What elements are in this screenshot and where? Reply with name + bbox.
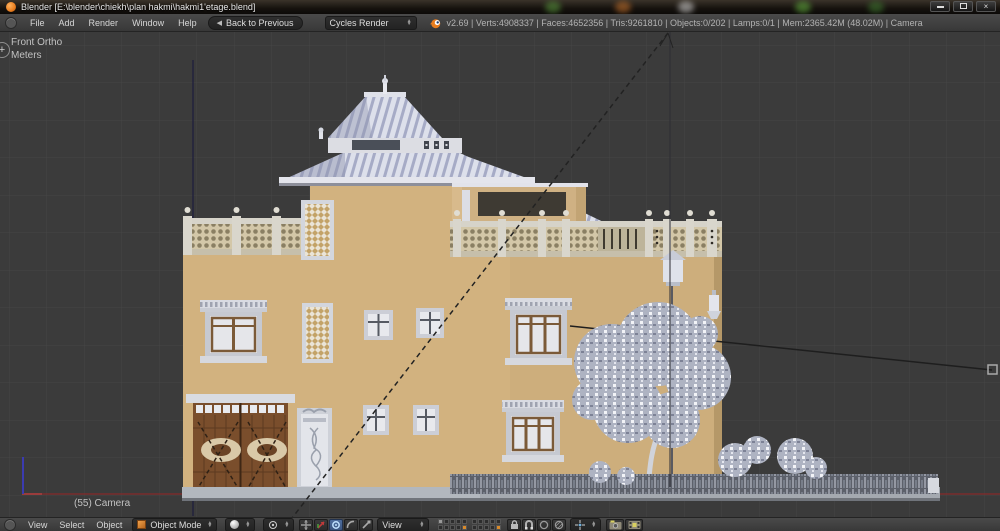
blender-window: Blender [E:\blender\chiekh\plan hakmi\ha… — [0, 0, 1000, 531]
snap-magnet-button[interactable] — [522, 518, 537, 531]
unit-label: Meters — [11, 50, 42, 61]
menu-view[interactable]: View — [22, 520, 53, 530]
camera-name-label: (55) Camera — [74, 498, 131, 509]
updown-arrows-icon: ▲ ▼ — [284, 519, 290, 529]
back-to-previous-button[interactable]: ◀ Back to Previous — [207, 15, 303, 30]
solid-shading-icon — [230, 520, 240, 529]
small-window-1[interactable] — [364, 310, 393, 340]
lattice-window-upper[interactable] — [301, 200, 334, 260]
clerestory-window[interactable] — [352, 140, 400, 150]
viewport-header: View Select Object Object Mode ▲ ▼ ▲ ▼ ▲ ▼ — [0, 517, 1000, 531]
hatched-circle-icon — [555, 520, 564, 529]
updown-arrows-icon: ▲ ▼ — [245, 519, 251, 529]
scene-stats: v2.69 | Verts:4908337 | Faces:4652356 | … — [446, 17, 923, 28]
render-engine-select[interactable]: Cycles Render ▲ ▼ — [324, 15, 417, 30]
eave-fascia — [279, 177, 535, 183]
menu-object[interactable]: Object — [90, 520, 128, 530]
lock-to-scene-button[interactable] — [507, 518, 522, 531]
pivot-icon — [269, 520, 278, 529]
mode-select[interactable]: Object Mode ▲ ▼ — [132, 517, 218, 531]
menu-window[interactable]: Window — [125, 18, 171, 28]
maximize-button[interactable] — [953, 1, 973, 12]
pivot-point-select[interactable]: ▲ ▼ — [263, 517, 295, 531]
translate-icon — [317, 520, 325, 529]
crowned-window-left[interactable] — [200, 300, 267, 363]
crowned-window-right[interactable] — [505, 298, 572, 365]
scale-icon — [362, 520, 371, 529]
ornate-white-door[interactable] — [297, 408, 332, 490]
blender-logo-icon — [429, 18, 440, 28]
snap-target-select[interactable]: ▲ ▼ — [570, 517, 602, 531]
small-window-2[interactable] — [416, 308, 444, 338]
proportional-edit-button[interactable] — [537, 518, 552, 531]
menu-render[interactable]: Render — [82, 18, 126, 28]
titlebar[interactable]: Blender [E:\blender\chiekh\plan hakmi\ha… — [0, 0, 1000, 14]
transform-orientation-select[interactable]: View ▲ ▼ — [377, 517, 430, 531]
updown-arrows-icon: ▲ ▼ — [591, 519, 597, 529]
view-name-label: Front Ortho — [11, 37, 63, 48]
editor-type-selector-icon[interactable] — [5, 16, 17, 29]
viewport-canvas[interactable] — [0, 32, 1000, 531]
editor-type-selector-icon[interactable] — [4, 518, 16, 531]
menu-add[interactable]: Add — [52, 18, 82, 28]
window-title: Blender [E:\blender\chiekh\plan hakmi\ha… — [21, 2, 256, 12]
desktop-blur-decoration — [678, 1, 694, 13]
arc-icon — [346, 520, 355, 528]
door-lintel — [186, 394, 295, 403]
circle-icon — [540, 520, 549, 529]
pergola-column — [462, 190, 470, 224]
render-camera-icon — [609, 520, 622, 529]
manipulator-translate-button[interactable] — [314, 518, 329, 531]
desktop-blur-decoration — [615, 1, 631, 13]
menu-select[interactable]: Select — [53, 520, 90, 530]
crowned-window-ground[interactable] — [502, 400, 564, 462]
desktop-blur-decoration — [795, 1, 811, 13]
updown-arrows-icon: ▲ ▼ — [419, 519, 425, 529]
close-button[interactable]: × — [976, 1, 996, 12]
blender-app-icon — [6, 2, 16, 12]
desktop-blur-decoration — [868, 1, 884, 13]
main-wooden-door[interactable] — [193, 403, 288, 490]
opengl-render-button[interactable] — [606, 518, 625, 531]
layers-group-2[interactable] — [472, 519, 502, 530]
back-arrow-icon: ◀ — [216, 19, 222, 27]
left-finial — [318, 127, 324, 139]
updown-arrows-icon: ▲ ▼ — [207, 519, 213, 529]
pergola-cap — [452, 183, 588, 187]
menu-help[interactable]: Help — [171, 18, 204, 28]
snap-center-icon — [575, 519, 586, 530]
manipulator-rotate-button[interactable] — [329, 518, 344, 531]
clerestory-ornaments — [424, 141, 449, 149]
grass-strip[interactable] — [450, 474, 938, 494]
lock-icon — [510, 519, 518, 529]
magnet-icon — [525, 519, 534, 529]
small-window-4[interactable] — [413, 405, 439, 435]
manipulator-scale-button[interactable] — [359, 518, 374, 531]
minimize-button[interactable] — [930, 1, 950, 12]
snap-element-button[interactable] — [552, 518, 567, 531]
opengl-render-anim-button[interactable] — [625, 518, 644, 531]
render-film-icon — [628, 520, 641, 529]
layers-widget[interactable] — [438, 519, 502, 530]
updown-arrows-icon: ▲ ▼ — [406, 17, 412, 27]
info-header: File Add Render Window Help ◀ Back to Pr… — [0, 14, 1000, 32]
manipulator-arc-button[interactable] — [344, 518, 359, 531]
object-mode-icon — [137, 520, 147, 529]
manipulator-toggle-button[interactable] — [299, 518, 314, 531]
small-window-3[interactable] — [363, 405, 389, 435]
lattice-window-lower[interactable] — [302, 303, 333, 363]
menu-file[interactable]: File — [23, 18, 52, 28]
viewport-shading-select[interactable]: ▲ ▼ — [225, 517, 256, 531]
desktop-blur-decoration — [545, 1, 561, 13]
rotate-icon — [332, 520, 341, 529]
move-arrows-icon — [301, 519, 312, 530]
terrace-opening — [478, 192, 566, 216]
layers-group-1[interactable] — [438, 519, 468, 530]
3d-viewport[interactable]: Front Ortho Meters (55) Camera + — [0, 32, 1000, 531]
